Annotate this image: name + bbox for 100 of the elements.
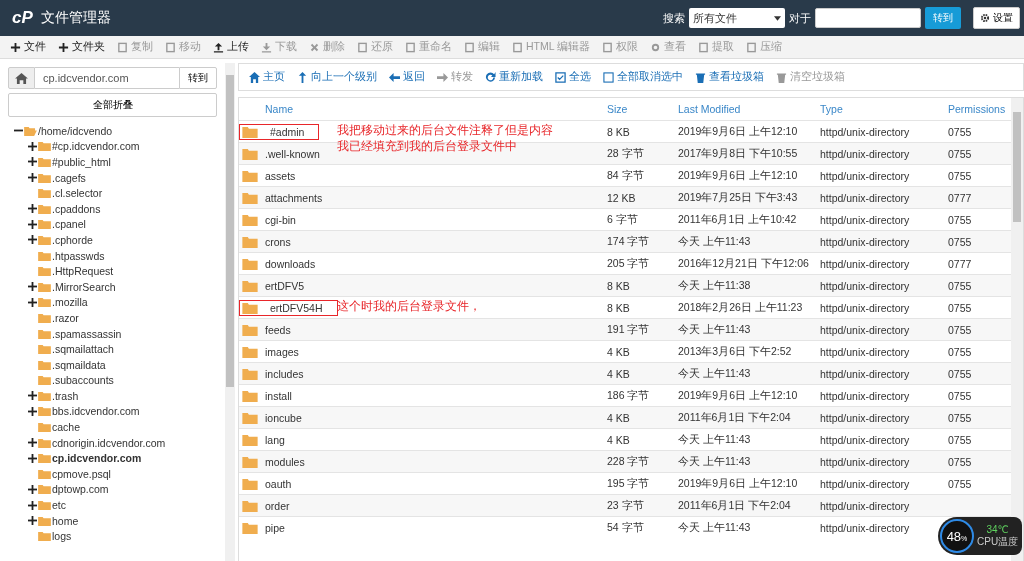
tree-item[interactable]: .trash xyxy=(8,388,217,404)
tree-item[interactable]: .cphorde xyxy=(8,232,217,248)
toolbar-icon xyxy=(602,41,614,53)
nav-button[interactable]: 查看垃圾箱 xyxy=(689,70,770,84)
table-cell-text: 2019年9月6日 上午12:10 xyxy=(678,168,799,183)
tree-item[interactable]: cpmove.psql xyxy=(8,466,217,482)
tree-item[interactable]: /home/idcvendo xyxy=(8,123,217,139)
table-cell-text: 4 KB xyxy=(607,433,631,446)
column-header[interactable]: Permissions xyxy=(948,103,1011,115)
expand-icon[interactable] xyxy=(28,484,37,494)
expand-icon[interactable] xyxy=(28,500,37,510)
expand-icon[interactable] xyxy=(28,219,37,229)
tree-item[interactable]: home xyxy=(8,512,217,529)
table-cell-text: 0755 xyxy=(948,279,973,292)
tree-item[interactable]: .MirrorSearch xyxy=(8,278,217,295)
expand-icon[interactable] xyxy=(28,204,37,214)
tree-item[interactable]: #public_html xyxy=(8,154,217,170)
file-name: includes xyxy=(265,367,304,380)
tree-item[interactable]: .sqmailattach xyxy=(8,341,217,357)
expand-icon[interactable] xyxy=(28,516,37,526)
expand-icon[interactable] xyxy=(28,173,37,183)
table-cell-text: 8 KB xyxy=(607,301,631,314)
tree-item[interactable]: logs xyxy=(8,528,217,545)
table-cell-text: httpd/unix-directory xyxy=(820,521,911,534)
table-cell-text: 0755 xyxy=(948,455,973,468)
toolbar-icon xyxy=(698,41,710,53)
tree-item[interactable]: .razor xyxy=(8,310,217,326)
nav-button[interactable]: 主页 xyxy=(243,70,291,84)
toolbar-button[interactable]: 上传 xyxy=(207,37,255,57)
home-button[interactable] xyxy=(8,67,35,89)
folder-icon xyxy=(38,297,51,308)
scrollbar[interactable] xyxy=(225,63,235,561)
column-header[interactable]: Type xyxy=(820,103,948,115)
tree-label: cpmove.psql xyxy=(52,467,111,480)
expand-icon[interactable] xyxy=(28,235,37,245)
table-cell-text: 0755 xyxy=(948,147,973,160)
folder-icon xyxy=(38,453,51,464)
table-cell-text: 0755 xyxy=(948,411,973,424)
go-button[interactable]: 转到 xyxy=(179,67,217,89)
folder-icon xyxy=(242,411,258,424)
folder-icon xyxy=(242,367,258,380)
expand-icon[interactable] xyxy=(28,391,37,401)
tree-item[interactable]: .cagefs xyxy=(8,169,217,186)
path-field[interactable]: cp.idcvendor.com xyxy=(35,67,179,89)
table-cell-text: 2018年2月26日 上午11:23 xyxy=(678,300,804,315)
tree-item[interactable]: #cp.idcvendor.com xyxy=(8,138,217,155)
toolbar-button[interactable]: 文件夹 xyxy=(52,37,111,57)
nav-icon xyxy=(695,71,706,83)
file-name: crons xyxy=(265,235,291,248)
nav-button[interactable]: 全部取消选中 xyxy=(597,70,689,84)
folder-icon xyxy=(38,531,51,542)
tree-item[interactable]: .subaccounts xyxy=(8,372,217,389)
table-cell-text: 8 KB xyxy=(607,125,631,138)
expand-icon[interactable] xyxy=(28,157,37,167)
tree-item[interactable]: cache xyxy=(8,419,217,435)
nav-button[interactable]: 向上一个级别 xyxy=(291,70,383,84)
tree-item[interactable]: bbs.idcvendor.com xyxy=(8,403,217,420)
expand-icon[interactable] xyxy=(28,453,37,463)
tree-item[interactable]: .mozilla xyxy=(8,294,217,311)
table-cell-text: 0755 xyxy=(948,323,973,336)
nav-button[interactable]: 全选 xyxy=(549,70,597,84)
tree-item[interactable]: cp.idcvendor.com xyxy=(8,450,217,467)
expand-icon[interactable] xyxy=(28,297,37,307)
toolbar-icon xyxy=(746,41,758,53)
expand-icon[interactable] xyxy=(28,407,37,416)
search-scope-select[interactable]: 所有文件 xyxy=(689,8,785,28)
tree-item[interactable]: .cpanel xyxy=(8,216,217,233)
toolbar-button[interactable]: 文件 xyxy=(4,37,52,57)
tree-label: .cagefs xyxy=(52,171,86,184)
nav-button[interactable]: 返回 xyxy=(383,70,431,84)
table-cell-text: httpd/unix-directory xyxy=(820,367,911,380)
tree-item[interactable]: .HttpRequest xyxy=(8,263,217,279)
tree-item[interactable]: etc xyxy=(8,497,217,513)
nav-button[interactable]: 重新加载 xyxy=(479,70,549,84)
tree-item[interactable]: cdnorigin.idcvendor.com xyxy=(8,434,217,451)
folder-icon xyxy=(242,499,258,512)
collapse-all-button[interactable]: 全部折叠 xyxy=(8,93,217,117)
search-field[interactable] xyxy=(815,8,921,28)
expand-icon[interactable] xyxy=(28,141,37,151)
nav-icon xyxy=(389,71,400,83)
table-cell-text: 0755 xyxy=(948,367,973,380)
tree-item[interactable]: .spamassassin xyxy=(8,325,217,342)
expand-icon[interactable] xyxy=(28,282,37,292)
folder-icon xyxy=(38,203,51,214)
gear-icon xyxy=(980,13,990,23)
folder-icon xyxy=(242,433,258,446)
settings-button[interactable]: 设置 xyxy=(973,7,1020,29)
table-cell-text: 6 字节 xyxy=(607,212,639,227)
expand-icon[interactable] xyxy=(28,438,37,448)
tree-item[interactable]: .cpaddons xyxy=(8,200,217,217)
toolbar-icon xyxy=(405,41,416,53)
column-header[interactable]: Size xyxy=(607,103,678,115)
column-header[interactable]: Last Modified xyxy=(678,103,820,115)
tree-item[interactable]: .cl.selector xyxy=(8,185,217,201)
file-name: pipe xyxy=(265,521,285,534)
column-header[interactable]: Name xyxy=(265,103,607,115)
tree-item[interactable]: .htpasswds xyxy=(8,247,217,264)
tree-item[interactable]: dptowp.com xyxy=(8,481,217,498)
toolbar-icon xyxy=(213,41,224,53)
tree-item[interactable]: .sqmaildata xyxy=(8,356,217,373)
